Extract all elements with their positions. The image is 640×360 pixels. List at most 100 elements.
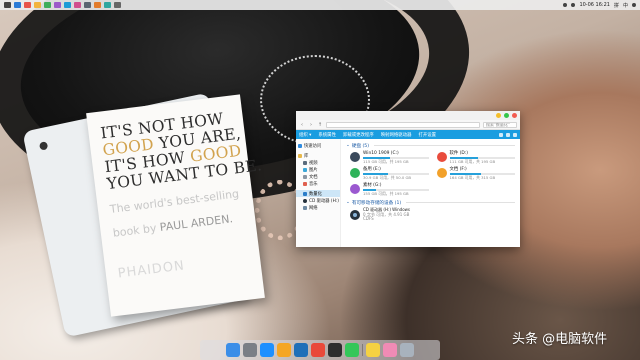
forward-arrow-icon[interactable]: › — [308, 122, 314, 128]
book-subtitle-2: book by PAUL ARDEN. — [112, 211, 246, 241]
sidebar-item-documents[interactable]: 文档 — [298, 173, 340, 180]
navigation-pane: 快速访问 库 视频 图片 文档 音乐 数量化 CD 驱动器 (H:) 网络 — [296, 139, 341, 247]
terminal-icon[interactable] — [328, 343, 342, 357]
files-pane: ⌄ 硬盘 (5) Win10 1909 (C:) 115 GB 可用，共 195 … — [341, 139, 520, 247]
removable-section-header[interactable]: ⌄ 有可移动存储的设备 (1) — [346, 199, 515, 206]
sidebar-item-libraries[interactable]: 库 — [298, 152, 340, 159]
system-properties-button[interactable]: 系统属性 — [318, 132, 336, 138]
drive-free-space: 155 GB 可用，共 195 GB — [363, 190, 409, 196]
view-options — [499, 132, 517, 137]
sidebar-item-network[interactable]: 网络 — [298, 204, 340, 211]
top-menubar: 10-06 16:21 拼 中 — [0, 0, 640, 10]
dock — [200, 340, 440, 360]
hard-drive-icon — [436, 152, 447, 162]
app-icon[interactable] — [14, 2, 21, 8]
sidebar-item-pictures[interactable]: 图片 — [298, 166, 340, 173]
navigation-toolbar: ‹ › ↑ 搜索"数量化" — [296, 120, 520, 130]
sidebar-item-music[interactable]: 音乐 — [298, 180, 340, 187]
map-network-drive-button[interactable]: 映射网络驱动器 — [381, 132, 412, 138]
sidebar-item-this-pc[interactable]: 数量化 — [296, 190, 340, 197]
star-icon — [298, 143, 302, 148]
drive-free-space: 30.9 GB 可用，共 50.0 GB — [363, 174, 412, 180]
messages-icon[interactable] — [345, 343, 359, 357]
photos-icon[interactable] — [383, 343, 397, 357]
safari-icon[interactable] — [260, 343, 274, 357]
cd-drive-tile[interactable]: CD 驱动器 (H:) Windows 0 字节 可用，共 4.91 GB CD… — [350, 207, 515, 222]
drive-name: 素材 (G:) — [363, 182, 382, 188]
app-icon[interactable] — [54, 2, 61, 8]
sidebar-item-label: 文档 — [309, 174, 318, 180]
up-arrow-icon[interactable]: ↑ — [317, 122, 323, 128]
menubar-app-icons — [4, 2, 121, 8]
app-icon[interactable] — [104, 2, 111, 8]
chevron-down-icon: ⌄ — [346, 200, 350, 205]
search-input[interactable]: 搜索"数量化" — [483, 121, 517, 128]
wifi-icon[interactable] — [563, 3, 568, 7]
sidebar-item-quick-access[interactable]: 快速访问 — [298, 142, 340, 149]
apple-icon[interactable] — [4, 2, 11, 8]
open-settings-button[interactable]: 打开设置 — [418, 132, 436, 138]
app-icon[interactable] — [114, 2, 121, 8]
sidebar-item-videos[interactable]: 视频 — [298, 159, 340, 166]
book-author: PAUL ARDEN. — [159, 212, 234, 235]
uninstall-program-button[interactable]: 卸载或更改程序 — [343, 132, 374, 138]
section-title: 有可移动存储的设备 (1) — [351, 200, 402, 206]
photoshop-icon[interactable] — [294, 343, 308, 357]
chevron-down-icon: ⌄ — [346, 143, 350, 148]
maximize-button[interactable] — [504, 113, 509, 118]
tablet-camera — [38, 141, 49, 151]
window-titlebar[interactable] — [296, 111, 520, 120]
app-icon[interactable] — [94, 2, 101, 8]
app-icon[interactable] — [44, 2, 51, 8]
notification-icon[interactable] — [632, 3, 636, 7]
library-icon — [298, 153, 302, 158]
app-icon[interactable] — [24, 2, 31, 8]
view-mode-icon[interactable] — [499, 132, 503, 137]
back-arrow-icon[interactable]: ‹ — [299, 122, 305, 128]
notes-icon[interactable] — [366, 343, 380, 357]
drive-free-space: 115 GB 可用，共 195 GB — [363, 158, 409, 164]
picture-icon — [303, 167, 307, 172]
volume-icon[interactable] — [571, 3, 576, 7]
drive-name: 备用 (E:) — [363, 166, 381, 172]
help-icon[interactable] — [513, 132, 517, 137]
command-ribbon: 组织 ▾ 系统属性 卸载或更改程序 映射网络驱动器 打开设置 — [296, 130, 520, 139]
app-icon[interactable] — [74, 2, 81, 8]
cd-drive-filesystem: CDFS — [363, 216, 374, 222]
drive-tile[interactable]: 素材 (G:) 155 GB 可用，共 195 GB — [350, 182, 429, 196]
finder-icon[interactable] — [226, 343, 240, 357]
clock[interactable]: 10-06 16:21 — [579, 2, 610, 8]
app-icon[interactable] — [84, 2, 91, 8]
network-icon — [303, 205, 307, 210]
drive-name: 软件 (D:) — [449, 150, 468, 156]
preview-pane-icon[interactable] — [506, 132, 510, 137]
sidebar-item-label: 快速访问 — [304, 143, 322, 149]
address-bar[interactable] — [326, 121, 480, 128]
input-method-label[interactable]: 拼 — [614, 2, 619, 9]
drive-tile[interactable]: 备用 (E:) 30.9 GB 可用，共 50.0 GB — [350, 166, 429, 180]
drive-tile[interactable]: 文档 (F:) 164 GB 可用，共 315 GB — [436, 166, 515, 180]
drive-name: 文档 (F:) — [449, 166, 467, 172]
close-button[interactable] — [512, 113, 517, 118]
drive-tile[interactable]: Win10 1909 (C:) 115 GB 可用，共 195 GB — [350, 150, 429, 164]
video-icon — [303, 160, 307, 165]
language-label[interactable]: 中 — [623, 2, 628, 9]
section-divider — [406, 202, 515, 203]
drives-section-header[interactable]: ⌄ 硬盘 (5) — [346, 142, 515, 149]
launchpad-icon[interactable] — [243, 343, 257, 357]
organize-menu[interactable]: 组织 ▾ — [299, 132, 311, 138]
dock-separator — [362, 344, 363, 356]
sidebar-item-cd-drive[interactable]: CD 驱动器 (H:) — [298, 197, 340, 204]
sidebar-item-label: 数量化 — [309, 191, 322, 197]
drive-tile[interactable]: 软件 (D:) 111 GB 可用，共 195 GB — [436, 150, 515, 164]
sidebar-item-label: 图片 — [309, 167, 318, 173]
cd-drive-info: CD 驱动器 (H:) Windows 0 字节 可用，共 4.91 GB CD… — [363, 207, 410, 222]
hard-drive-icon — [350, 152, 360, 162]
sketch-icon[interactable] — [277, 343, 291, 357]
app-icon[interactable] — [64, 2, 71, 8]
chrome-icon[interactable] — [311, 343, 325, 357]
minimize-button[interactable] — [496, 113, 501, 118]
app-icon[interactable] — [34, 2, 41, 8]
trash-icon[interactable] — [400, 343, 414, 357]
drive-info: Win10 1909 (C:) 115 GB 可用，共 195 GB — [363, 151, 429, 164]
